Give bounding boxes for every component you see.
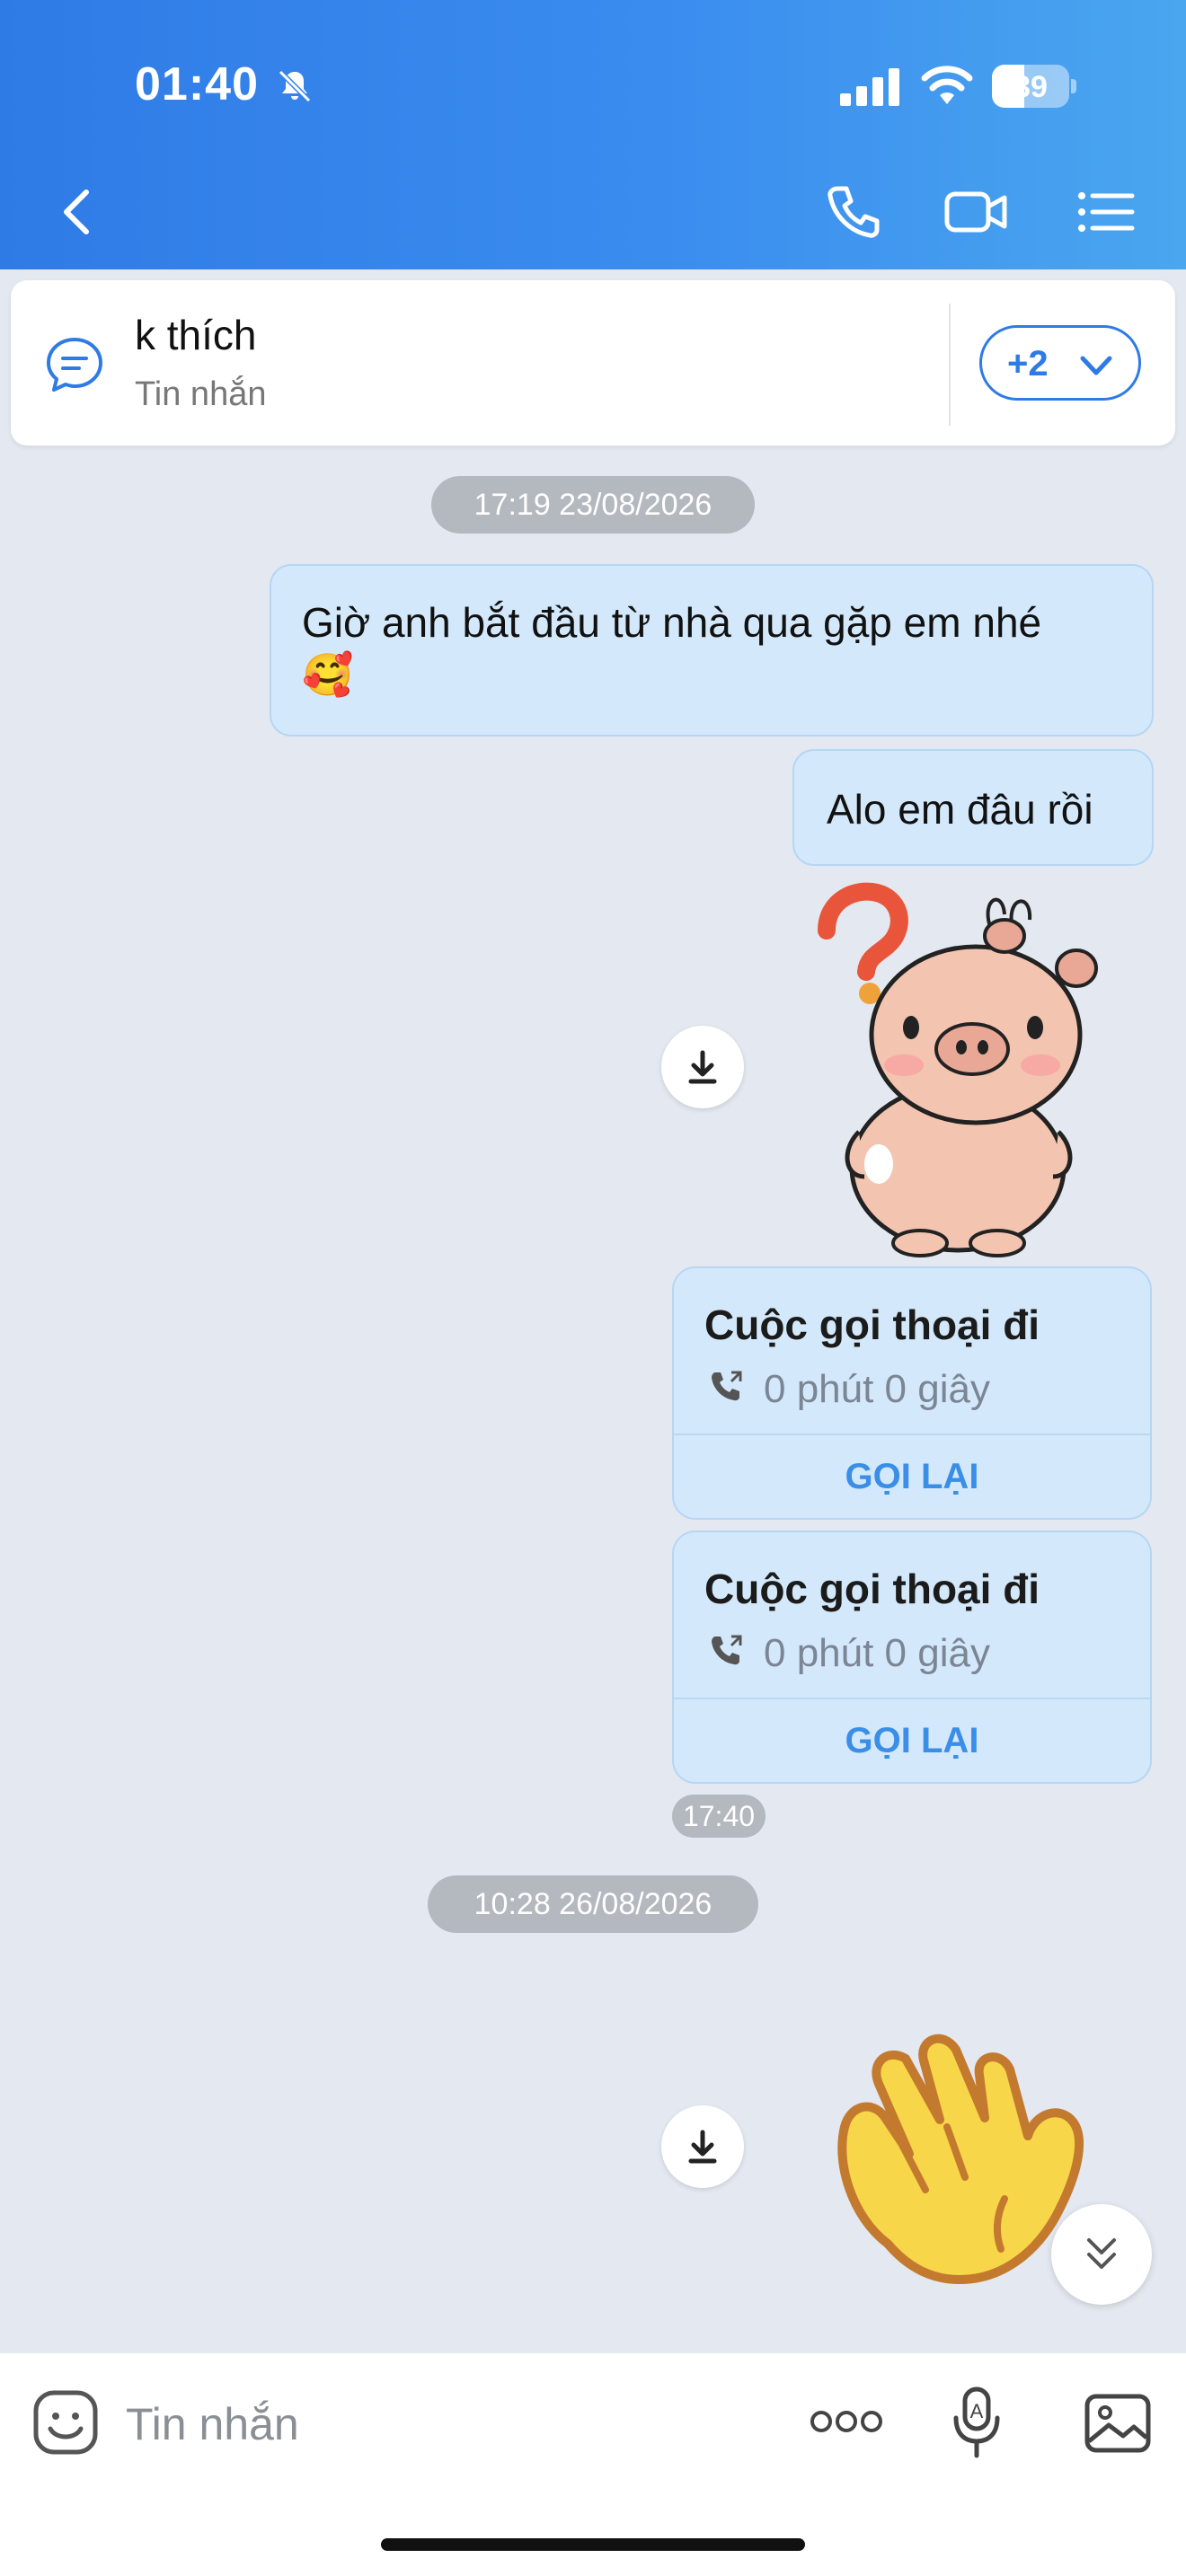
message-time: 17:40 bbox=[672, 1795, 766, 1838]
call-duration: 0 phút 0 giây bbox=[764, 1367, 990, 1411]
composer-bar: A bbox=[0, 2353, 1186, 2576]
outgoing-call-icon bbox=[712, 1371, 742, 1401]
call-card[interactable]: Cuộc gọi thoại đi 0 phút 0 giây GỌI LẠI bbox=[672, 1266, 1152, 1520]
download-icon bbox=[688, 2130, 717, 2164]
cellular-signal-icon bbox=[840, 68, 899, 106]
message-text: Alo em đâu rồi bbox=[827, 786, 1093, 833]
message-input[interactable] bbox=[126, 2384, 755, 2465]
scroll-to-bottom-button[interactable] bbox=[1051, 2204, 1152, 2305]
more-dots-icon[interactable] bbox=[809, 2405, 884, 2438]
outgoing-call-icon bbox=[712, 1635, 742, 1665]
pinned-more-count: +2 bbox=[1007, 344, 1049, 384]
pig-sticker[interactable] bbox=[805, 880, 1128, 1257]
outgoing-message[interactable]: Alo em đâu rồi bbox=[792, 749, 1154, 866]
back-icon[interactable] bbox=[43, 176, 115, 248]
divider bbox=[674, 1698, 1150, 1699]
voice-icon[interactable]: A bbox=[949, 2386, 1006, 2461]
phone-icon[interactable] bbox=[818, 176, 890, 248]
call-card[interactable]: Cuộc gọi thoại đi 0 phút 0 giây GỌI LẠI bbox=[672, 1531, 1152, 1784]
divider bbox=[674, 1434, 1150, 1435]
video-call-icon[interactable] bbox=[940, 176, 1012, 248]
download-button[interactable] bbox=[661, 1026, 744, 1108]
date-separator: 17:19 23/08/2026 bbox=[431, 476, 755, 534]
call-again-button[interactable]: GỌI LẠI bbox=[674, 1721, 1150, 1761]
battery-icon: 39 bbox=[992, 65, 1078, 108]
pinned-more-button[interactable]: +2 bbox=[979, 325, 1141, 401]
pinned-title: k thích bbox=[135, 312, 257, 358]
message-icon bbox=[47, 338, 102, 392]
download-button[interactable] bbox=[661, 2105, 744, 2188]
download-icon bbox=[688, 1050, 717, 1084]
pinned-subtitle: Tin nhắn bbox=[135, 375, 267, 413]
call-again-button[interactable]: GỌI LẠI bbox=[674, 1457, 1150, 1497]
bell-off-icon bbox=[278, 69, 312, 103]
wifi-icon bbox=[921, 66, 973, 104]
divider bbox=[949, 304, 951, 426]
chat-header: 01:40 39 bbox=[0, 0, 1186, 269]
emoji-icon[interactable] bbox=[32, 2389, 99, 2456]
chevron-down-icon bbox=[1080, 356, 1112, 375]
call-title: Cuộc gọi thoại đi bbox=[704, 1301, 1040, 1348]
svg-text:A: A bbox=[970, 2400, 984, 2422]
image-icon[interactable] bbox=[1084, 2389, 1152, 2457]
date-separator: 10:28 26/08/2026 bbox=[428, 1875, 758, 1933]
message-text: Giờ anh bắt đầu từ nhà qua gặp em nhé bbox=[302, 599, 1042, 646]
call-duration: 0 phút 0 giây bbox=[764, 1631, 990, 1675]
battery-level: 39 bbox=[1013, 70, 1048, 104]
home-indicator bbox=[381, 2538, 805, 2551]
message-emoji: 🥰 bbox=[302, 651, 354, 698]
status-time: 01:40 bbox=[135, 58, 259, 110]
outgoing-message[interactable]: Giờ anh bắt đầu từ nhà qua gặp em nhé 🥰 bbox=[270, 564, 1154, 737]
pinned-message-bar[interactable]: k thích Tin nhắn +2 bbox=[11, 280, 1175, 446]
call-title: Cuộc gọi thoại đi bbox=[704, 1566, 1040, 1612]
double-chevron-down-icon bbox=[1087, 2238, 1116, 2269]
menu-list-icon[interactable] bbox=[1069, 176, 1141, 248]
